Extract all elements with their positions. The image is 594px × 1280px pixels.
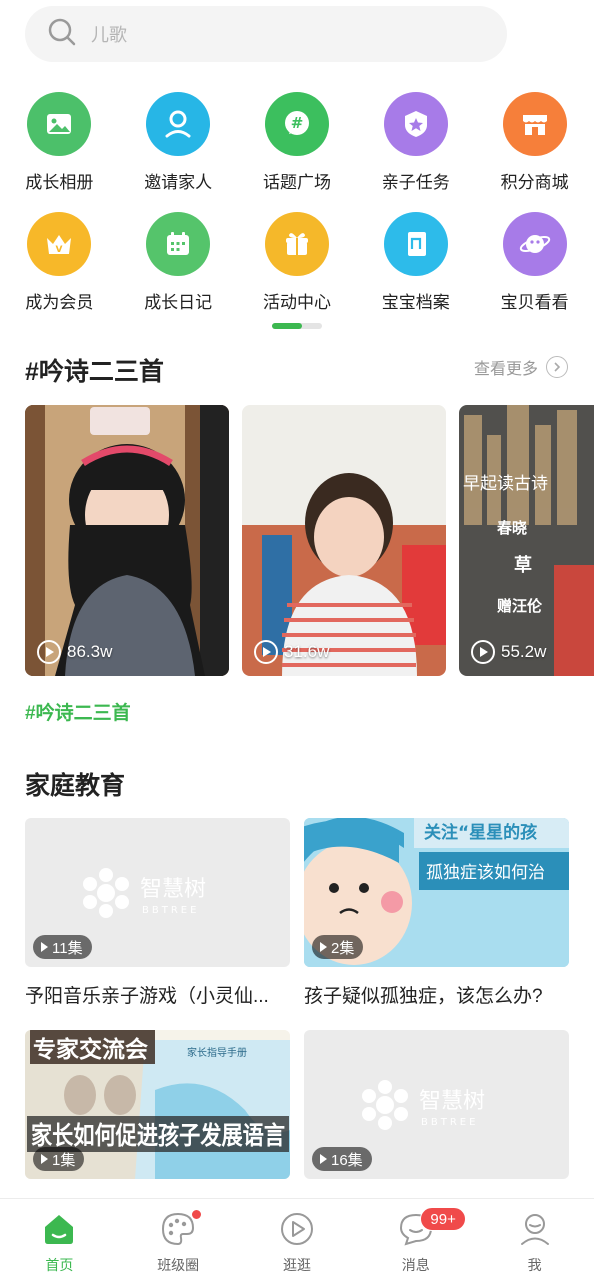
menu-growth-album[interactable]: 成长相册 — [0, 92, 119, 212]
video-thumbnail: 早起读古诗 春晓 草 赠汪伦 — [459, 405, 594, 676]
menu-label: 邀请家人 — [144, 173, 213, 192]
menu-label: 活动中心 — [262, 293, 331, 312]
home-icon — [41, 1211, 77, 1247]
task-badge-icon — [383, 92, 448, 156]
profile-icon — [517, 1211, 553, 1247]
svg-text:家长如何促进孩子发展语言: 家长如何促进孩子发展语言 — [31, 1121, 285, 1150]
calendar-diary-icon — [146, 212, 211, 276]
menu-activity-center[interactable]: 活动中心 — [238, 212, 357, 332]
baby-file-icon — [383, 212, 448, 276]
see-more-button[interactable]: 查看更多 — [474, 355, 568, 379]
overlay-text: 春晓 — [497, 519, 527, 537]
video-card[interactable]: 31.6w — [242, 405, 446, 676]
tab-label: 逛逛 — [282, 1257, 311, 1273]
svg-text:BBTREE: BBTREE — [142, 905, 199, 916]
course-title: 予阳音乐亲子游戏（小灵仙... — [25, 986, 269, 1007]
course-thumbnail: 智慧树 BBTREE 16集 — [304, 1030, 569, 1179]
hashtag-topic-icon: # — [264, 92, 329, 156]
menu-growth-diary[interactable]: 成长日记 — [119, 212, 238, 332]
course-card[interactable]: 智慧树 BBTREE 11集 予阳音乐亲子游戏（小灵仙... — [25, 818, 290, 1008]
course-card[interactable]: 关注“星星的孩 孤独症该如何治 2集 孩子疑似孤独症，该怎么办? — [304, 818, 569, 1008]
family-section-title: 家庭教育 — [25, 772, 126, 800]
svg-text:智慧树: 智慧树 — [140, 877, 206, 902]
poetry-section-title: #吟诗二三首 — [25, 358, 164, 386]
view-count: 55.2w — [471, 640, 546, 664]
tab-messages[interactable]: 99+ 消息 — [356, 1199, 475, 1280]
course-card[interactable]: 专家交流会 家长指导手册 家长如何促进孩子发展语言 1集 — [25, 1030, 290, 1193]
invite-family-icon — [146, 92, 211, 156]
svg-text:V: V — [56, 245, 63, 255]
tab-label: 班级圈 — [157, 1257, 200, 1273]
search-icon — [47, 17, 77, 52]
svg-text:智慧树: 智慧树 — [419, 1089, 485, 1114]
episode-badge: 2集 — [312, 935, 364, 959]
menu-parent-child-task[interactable]: 亲子任务 — [356, 92, 475, 212]
menu-label: 积分商城 — [500, 173, 569, 192]
menu-invite-family[interactable]: 邀请家人 — [119, 92, 238, 212]
tab-label: 消息 — [401, 1257, 430, 1273]
tab-label: 我 — [527, 1257, 542, 1273]
menu-label: 成长日记 — [144, 293, 213, 312]
course-card[interactable]: 智慧树 BBTREE 16集 — [304, 1030, 569, 1193]
overlay-text: 早起读古诗 — [463, 474, 548, 494]
course-thumbnail: 智慧树 BBTREE 11集 — [25, 818, 290, 967]
episode-badge: 16集 — [312, 1147, 372, 1171]
photo-album-icon — [27, 92, 92, 156]
overlay-text: 赠汪伦 — [497, 597, 543, 615]
tab-home[interactable]: 首页 — [0, 1199, 119, 1280]
video-thumbnail — [242, 405, 446, 676]
video-card[interactable]: 早起读古诗 春晓 草 赠汪伦 55.2w — [459, 405, 594, 676]
unread-badge: 99+ — [420, 1207, 466, 1231]
tab-class-circle[interactable]: 班级圈 — [119, 1199, 238, 1280]
view-count: 31.6w — [254, 640, 329, 664]
menu-label: 亲子任务 — [381, 173, 450, 192]
menu-page-indicator — [272, 323, 322, 329]
chevron-right-icon — [546, 356, 568, 378]
play-icon — [254, 640, 278, 664]
menu-baby-file[interactable]: 宝宝档案 — [356, 212, 475, 332]
menu-label: 宝宝档案 — [381, 293, 450, 312]
vip-crown-icon: V — [27, 212, 92, 276]
course-title: 孩子疑似孤独症，该怎么办? — [304, 986, 543, 1007]
search-bar[interactable]: 儿歌 — [25, 6, 507, 62]
tab-me[interactable]: 我 — [475, 1199, 594, 1280]
svg-text:专家交流会: 专家交流会 — [33, 1036, 148, 1063]
menu-points-mall[interactable]: 积分商城 — [475, 92, 594, 212]
play-icon — [471, 640, 495, 664]
play-circle-icon — [279, 1211, 315, 1247]
quick-menu-grid: 成长相册 邀请家人 # 话题广场 亲子任务 积分商城 V 成为会员 成长日记 活… — [0, 92, 594, 332]
planet-watch-icon — [502, 212, 567, 276]
tab-explore[interactable]: 逛逛 — [238, 1199, 357, 1280]
view-count: 86.3w — [37, 640, 112, 664]
episode-badge: 11集 — [33, 935, 92, 959]
notification-dot — [190, 1209, 202, 1220]
episode-badge: 1集 — [33, 1147, 85, 1171]
topic-tag-link[interactable]: #吟诗二三首 — [25, 698, 131, 725]
svg-text:家长指导手册: 家长指导手册 — [187, 1046, 247, 1059]
svg-text:孤独症该如何治: 孤独症该如何治 — [426, 863, 545, 883]
course-thumbnail: 专家交流会 家长指导手册 家长如何促进孩子发展语言 1集 — [25, 1030, 290, 1179]
menu-topic-square[interactable]: # 话题广场 — [238, 92, 357, 212]
menu-label: 话题广场 — [262, 173, 331, 192]
svg-text:BBTREE: BBTREE — [421, 1117, 478, 1128]
video-card[interactable]: 86.3w — [25, 405, 229, 676]
bottom-tab-bar: 首页 班级圈 逛逛 99+ 消息 我 — [0, 1198, 594, 1280]
svg-text:#: # — [291, 114, 304, 132]
svg-text:关注“星星的孩: 关注“星星的孩 — [424, 822, 537, 843]
search-input[interactable]: 儿歌 — [91, 21, 127, 47]
menu-label: 宝贝看看 — [500, 293, 569, 312]
menu-become-vip[interactable]: V 成为会员 — [0, 212, 119, 332]
video-thumbnail — [25, 405, 229, 676]
see-more-label: 查看更多 — [473, 361, 538, 378]
overlay-text: 草 — [514, 554, 532, 576]
play-icon — [37, 640, 61, 664]
gift-activity-icon — [264, 212, 329, 276]
tab-label: 首页 — [45, 1257, 74, 1273]
course-thumbnail: 关注“星星的孩 孤独症该如何治 2集 — [304, 818, 569, 967]
store-icon — [502, 92, 567, 156]
menu-label: 成为会员 — [25, 293, 94, 312]
menu-label: 成长相册 — [25, 173, 94, 192]
menu-baby-watch[interactable]: 宝贝看看 — [475, 212, 594, 332]
